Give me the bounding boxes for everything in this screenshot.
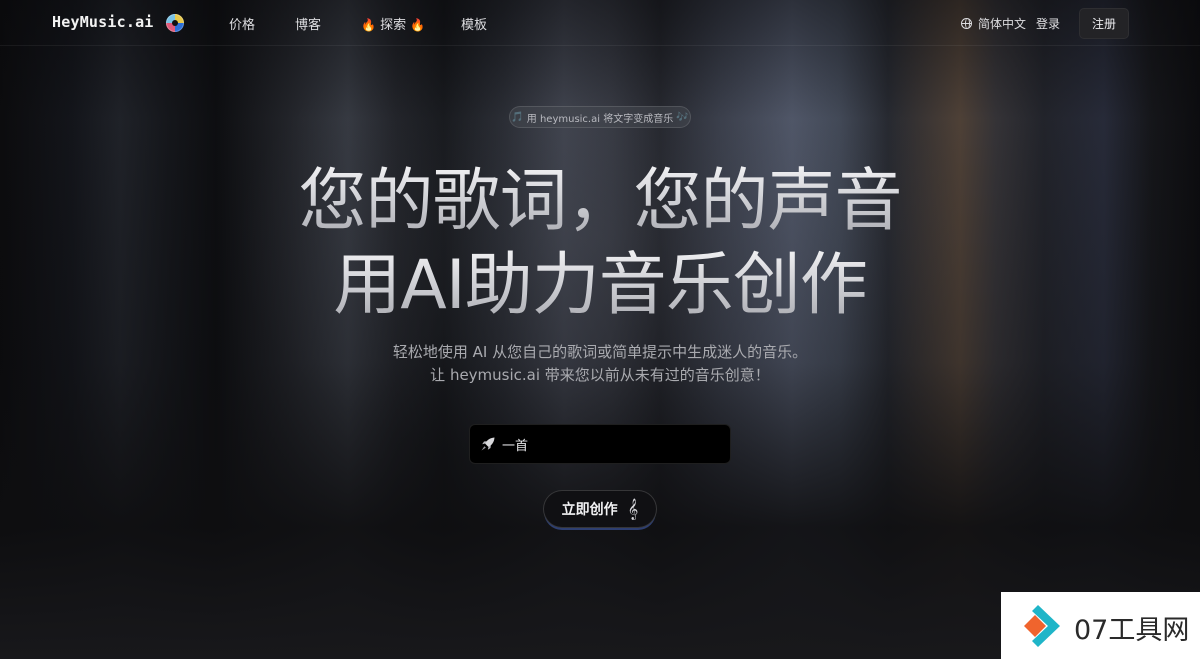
nav-pricing[interactable]: 价格	[229, 14, 255, 33]
watermark: 07工具网	[1001, 592, 1200, 659]
create-now-label: 立即创作	[561, 502, 618, 518]
logo-text[interactable]: HeyMusic.ai	[52, 13, 154, 31]
hero-badge-text: 用 heymusic.ai 将文字变成音乐	[526, 113, 674, 125]
language-selector[interactable]: 简体中文	[961, 15, 1026, 32]
login-link[interactable]: 登录	[1036, 15, 1060, 32]
music-disc-icon[interactable]	[166, 14, 184, 32]
globe-icon	[961, 18, 972, 29]
subtitle-line-2: 让 heymusic.ai 带来您以前从未有过的音乐创意！	[430, 366, 770, 384]
prompt-input-value: 一首	[502, 438, 529, 454]
subtitle-line-1: 轻松地使用 AI 从您自己的歌词或简单提示中生成迷人的音乐。	[392, 343, 808, 361]
music-note-icon: 🎵	[511, 111, 524, 123]
rocket-icon	[481, 437, 495, 451]
signup-button[interactable]: 注册	[1079, 8, 1129, 39]
music-notes-icon: 🎶	[676, 111, 689, 123]
headline-line-2: 用AI助力音乐创作	[0, 246, 1200, 326]
fire-icon: 🔥	[361, 18, 376, 32]
headline-line-1: 您的歌词，您的声音	[0, 162, 1200, 242]
treble-clef-icon: 𝄞	[627, 498, 639, 520]
background-overlay	[0, 0, 1200, 659]
nav-blog[interactable]: 博客	[295, 14, 321, 33]
nav-explore[interactable]: 🔥 探索 🔥	[361, 14, 425, 33]
language-label: 简体中文	[978, 17, 1027, 31]
watermark-text: 07工具网	[1074, 615, 1190, 646]
prompt-input[interactable]: 一首	[469, 424, 731, 464]
fire-icon: 🔥	[410, 18, 426, 32]
hero-badge: 🎵 用 heymusic.ai 将文字变成音乐 🎶	[509, 106, 691, 128]
top-navbar: HeyMusic.ai 价格 博客 🔥 探索 🔥 模板 简体中文 登录 注册	[0, 0, 1200, 46]
watermark-logo-icon	[1024, 605, 1060, 647]
nav-explore-label: 探索	[380, 18, 407, 33]
create-now-button[interactable]: 立即创作 𝄞	[543, 490, 657, 528]
nav-templates[interactable]: 模板	[461, 14, 487, 33]
